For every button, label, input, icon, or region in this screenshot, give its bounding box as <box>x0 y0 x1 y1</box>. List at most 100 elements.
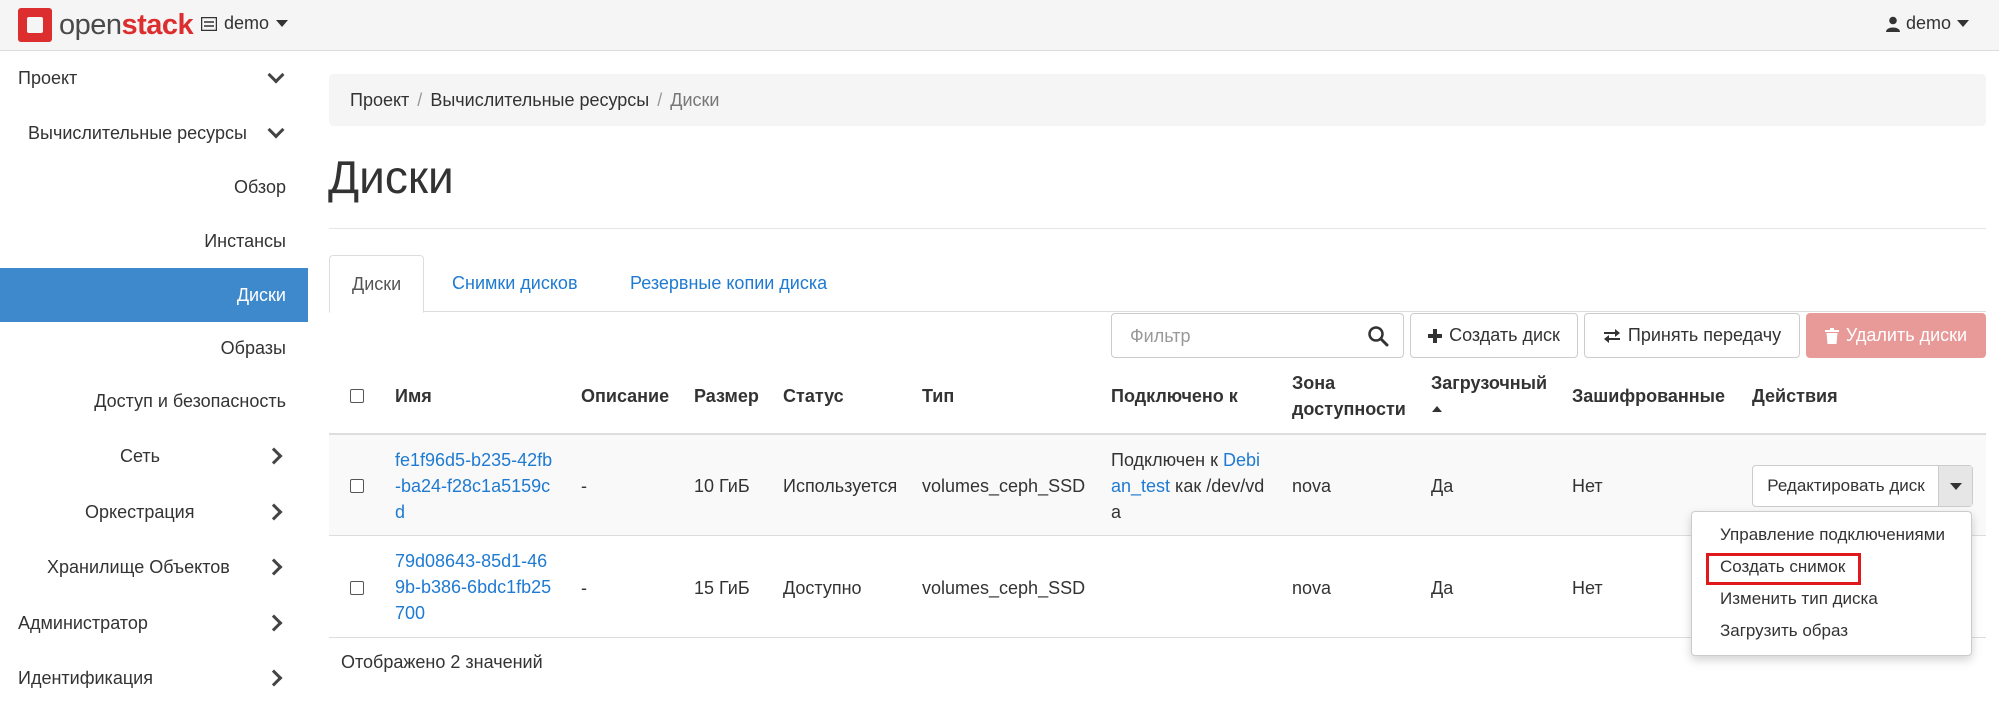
sidebar-item-label: Сеть <box>120 445 161 466</box>
sidebar-item-project[interactable]: Проект <box>0 51 308 105</box>
logo-text: openstack <box>59 8 194 41</box>
exchange-icon <box>1603 328 1620 343</box>
chevron-down-icon <box>267 121 285 139</box>
volume-encrypted: Нет <box>1572 578 1603 598</box>
sidebar-item-compute[interactable]: Вычислительные ресурсы <box>0 106 308 160</box>
volume-type: volumes_ceph_SSD <box>922 476 1086 496</box>
attachment-prefix: Подключен к <box>1111 450 1223 470</box>
attachment-device: как /dev/vd <box>1170 476 1265 496</box>
openstack-logo[interactable]: openstack <box>18 7 194 43</box>
user-menu[interactable]: demo <box>1885 13 1969 34</box>
volume-encrypted: Нет <box>1572 476 1603 496</box>
page-title: Диски <box>328 151 454 203</box>
sidebar-item-overview[interactable]: Обзор <box>0 160 308 214</box>
caret-down-icon <box>1949 482 1962 490</box>
filter-input[interactable] <box>1128 325 1358 348</box>
accept-transfer-label: Принять передачу <box>1627 325 1782 345</box>
sidebar-item-instances[interactable]: Инстансы <box>0 214 308 268</box>
delete-volumes-button[interactable]: Удалить диски <box>1806 313 1986 358</box>
attached-instance-link-part2[interactable]: an_test <box>1111 476 1170 496</box>
search-icon[interactable] <box>1367 325 1389 347</box>
breadcrumb-item-compute[interactable]: Вычислительные ресурсы <box>430 90 649 111</box>
column-header-bootable[interactable]: Загрузочный <box>1431 370 1547 422</box>
volume-name-link[interactable]: 79d08643-85d1-46 9b-b386-6bdc1fb25 700 <box>395 548 551 626</box>
volume-description: - <box>581 578 587 598</box>
project-selector-label: demo <box>224 13 270 33</box>
chevron-right-icon <box>265 503 283 521</box>
create-volume-label: Создать диск <box>1449 325 1560 345</box>
openstack-logo-icon <box>18 8 52 42</box>
tab-volume-backups[interactable]: Резервные копии диска <box>630 255 827 312</box>
volume-name-link[interactable]: fe1f96d5-b235-42fb -ba24-f28c1a5159c d <box>395 447 552 525</box>
column-header-description[interactable]: Описание <box>581 383 669 409</box>
user-icon <box>1885 16 1900 32</box>
top-navbar: openstack demo demo <box>0 0 1999 51</box>
project-selector[interactable]: demo <box>201 13 289 34</box>
sidebar: Проект Вычислительные ресурсы Обзор Инст… <box>0 51 308 699</box>
title-divider <box>329 228 1986 229</box>
breadcrumb-separator: / <box>657 89 663 110</box>
create-volume-button[interactable]: Создать диск <box>1410 313 1578 358</box>
breadcrumb-item-project[interactable]: Проект <box>350 90 409 111</box>
sidebar-item-images[interactable]: Образы <box>0 321 308 375</box>
highlight-box <box>1706 553 1861 585</box>
tab-volume-snapshots[interactable]: Снимки дисков <box>452 255 578 312</box>
breadcrumb-separator: / <box>417 89 423 110</box>
sidebar-item-label: Администратор <box>18 612 148 633</box>
column-header-name[interactable]: Имя <box>395 383 432 409</box>
column-header-attached[interactable]: Подключено к <box>1111 383 1238 409</box>
chevron-right-icon <box>265 447 283 465</box>
column-header-zone[interactable]: Зона доступности <box>1292 370 1406 422</box>
sidebar-item-orchestration[interactable]: Оркестрация <box>0 485 308 539</box>
column-header-zone-line2: доступности <box>1292 399 1406 419</box>
column-header-type[interactable]: Тип <box>922 383 954 409</box>
sidebar-item-label: Оркестрация <box>85 501 195 522</box>
plus-icon <box>1428 328 1443 343</box>
sidebar-item-object-store[interactable]: Хранилище Объектов <box>0 540 308 594</box>
column-header-actions: Действия <box>1752 386 1838 406</box>
volume-zone: nova <box>1292 476 1332 496</box>
delete-volumes-label: Удалить диски <box>1845 325 1968 345</box>
volume-name-line: -ba24-f28c1a5159c <box>395 476 551 496</box>
volume-type: volumes_ceph_SSD <box>922 578 1086 598</box>
menu-item-upload-to-image[interactable]: Загрузить образ <box>1720 621 1848 641</box>
edit-volume-button[interactable]: Редактировать диск <box>1753 466 1939 506</box>
sidebar-item-network[interactable]: Сеть <box>0 429 308 483</box>
project-list-icon <box>201 16 217 31</box>
column-header-size[interactable]: Размер <box>694 383 759 409</box>
volume-size: 10 ГиБ <box>694 476 750 496</box>
column-header-encrypted[interactable]: Зашифрованные <box>1572 383 1725 409</box>
sidebar-item-identity[interactable]: Идентификация <box>0 651 308 705</box>
breadcrumb-item-current: Диски <box>670 89 720 110</box>
filter-box <box>1111 313 1404 358</box>
menu-item-manage-attachments[interactable]: Управление подключениями <box>1720 525 1945 545</box>
sidebar-item-admin[interactable]: Администратор <box>0 596 308 650</box>
attached-instance-link-part1[interactable]: Debi <box>1223 450 1260 470</box>
volume-size: 15 ГиБ <box>694 578 750 598</box>
breadcrumb: Проект / Вычислительные ресурсы / Диски <box>329 74 1986 126</box>
row-checkbox[interactable] <box>350 581 364 595</box>
chevron-right-icon <box>265 669 283 687</box>
volume-description: - <box>581 476 587 496</box>
sidebar-item-label: Вычислительные ресурсы <box>28 122 247 143</box>
menu-item-change-volume-type[interactable]: Изменить тип диска <box>1720 589 1878 609</box>
sidebar-item-label: Образы <box>220 337 286 358</box>
sidebar-item-access-security[interactable]: Доступ и безопасность <box>0 374 308 428</box>
select-all-checkbox[interactable] <box>350 389 364 403</box>
sidebar-item-volumes[interactable]: Диски <box>0 268 308 322</box>
chevron-down-icon <box>267 66 285 84</box>
user-menu-label: demo <box>1905 13 1951 33</box>
accept-transfer-button[interactable]: Принять передачу <box>1584 313 1800 358</box>
row-actions-dropdown-toggle[interactable] <box>1938 466 1972 506</box>
sidebar-item-label: Проект <box>18 67 78 88</box>
caret-down-icon <box>276 20 289 27</box>
sidebar-item-label: Диски <box>236 284 286 305</box>
sidebar-item-label: Идентификация <box>18 667 153 688</box>
column-header-status[interactable]: Статус <box>783 383 844 409</box>
volume-name-line: 9b-b386-6bdc1fb25 <box>395 577 552 597</box>
tab-volumes[interactable]: Диски <box>329 255 425 313</box>
sidebar-item-label: Обзор <box>234 176 286 197</box>
caret-down-icon <box>1957 20 1969 27</box>
row-checkbox[interactable] <box>350 479 364 493</box>
chevron-right-icon <box>265 614 283 632</box>
